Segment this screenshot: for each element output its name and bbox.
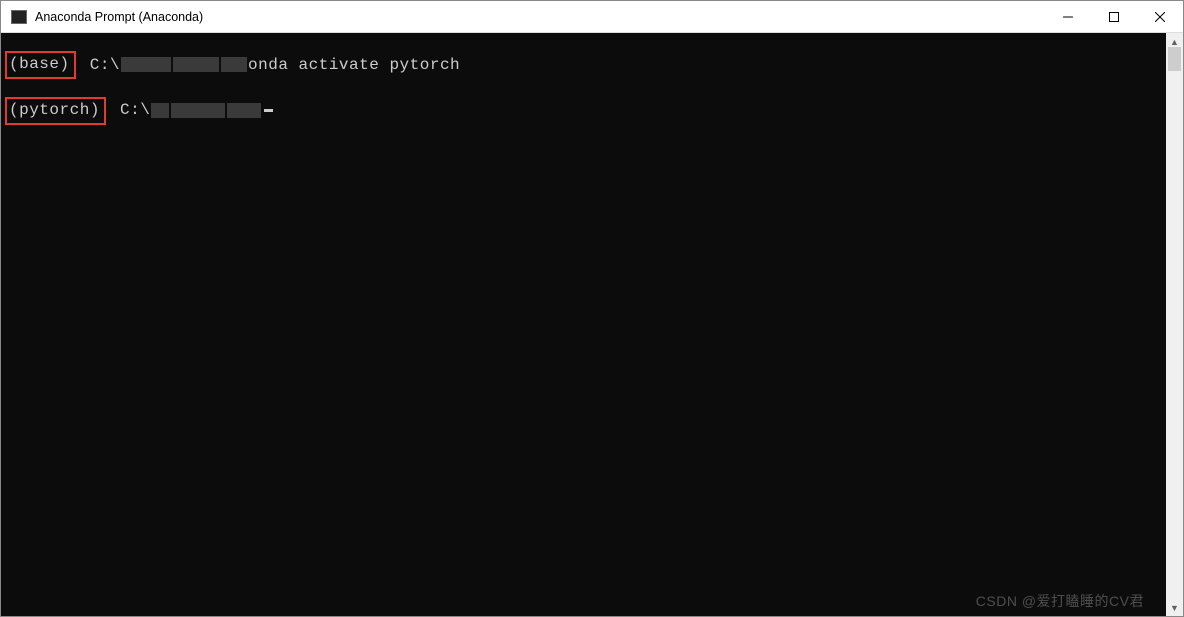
title-bar[interactable]: Anaconda Prompt (Anaconda) [1,1,1183,33]
conda-env-badge: (base) [5,51,76,79]
terminal-cursor [264,109,273,112]
redacted-block [171,103,225,118]
terminal-icon [11,10,27,24]
scroll-down-arrow[interactable]: ▼ [1166,599,1183,616]
redacted-block [173,57,219,72]
terminal-line: (pytorch) C:\ [5,97,1166,125]
prompt-path-prefix: C:\ [80,55,120,76]
minimize-button[interactable] [1045,1,1091,32]
anaconda-prompt-window: Anaconda Prompt (Anaconda) (base) C:\ on… [0,0,1184,617]
terminal-line: (base) C:\ onda activate pytorch [5,51,1166,79]
terminal-output[interactable]: (base) C:\ onda activate pytorch (pytorc… [1,33,1166,616]
content-area: (base) C:\ onda activate pytorch (pytorc… [1,33,1183,616]
scroll-thumb[interactable] [1168,47,1181,71]
close-button[interactable] [1137,1,1183,32]
window-title: Anaconda Prompt (Anaconda) [35,10,1045,24]
conda-env-badge: (pytorch) [5,97,106,125]
window-controls [1045,1,1183,32]
redacted-block [221,57,247,72]
redacted-block [227,103,261,118]
prompt-path-prefix: C:\ [110,100,150,121]
vertical-scrollbar[interactable]: ▲ ▼ [1166,33,1183,616]
watermark-text: CSDN @爱打瞌睡的CV君 [976,592,1144,610]
redacted-block [151,103,169,118]
command-text: onda activate pytorch [248,55,460,76]
maximize-button[interactable] [1091,1,1137,32]
redacted-block [121,57,171,72]
